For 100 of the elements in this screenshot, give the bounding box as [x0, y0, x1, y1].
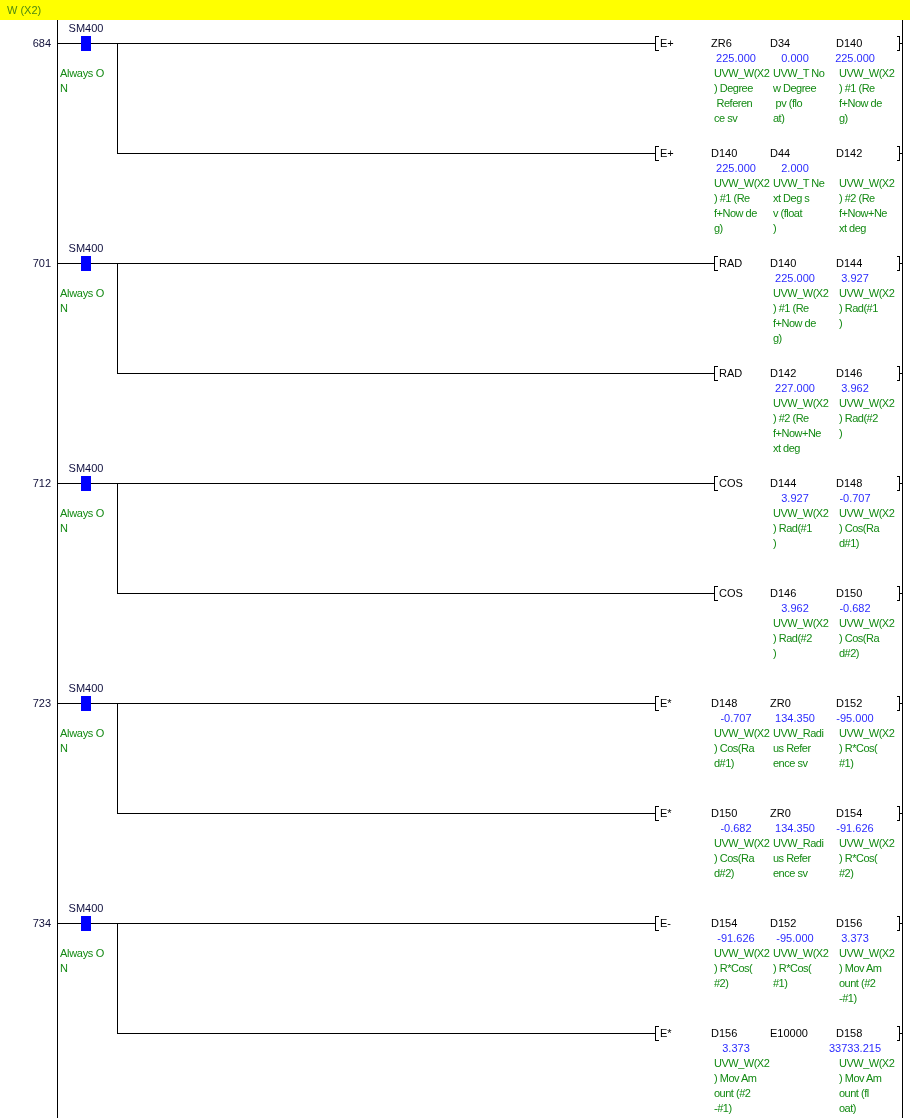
operand-value: 225.000: [835, 51, 875, 66]
operand-comment: UVW_W(X2 ) #1 (Re f+Now de g): [773, 286, 829, 346]
step-number: 734: [32, 916, 51, 931]
operand-device: D154: [836, 806, 863, 821]
operand-comment: UVW_W(X2 ) #2 (Re f+Now+Ne xt deg: [839, 176, 895, 236]
instruction-name: E+: [660, 36, 674, 51]
instruction-name: COS: [719, 586, 743, 601]
operand-device: D150: [836, 586, 863, 601]
operand-value: 3.927: [781, 491, 809, 506]
operand-device: D140: [770, 256, 797, 271]
operand-comment: UVW_W(X2 ) Rad(#2 ): [773, 616, 829, 661]
operand-value: -91.626: [836, 821, 874, 836]
operand-comment: UVW_W(X2 ) R*Cos( #2): [839, 836, 895, 881]
bracket-icon: [655, 806, 659, 821]
operand-device: D140: [711, 146, 738, 161]
operand-value: 227.000: [775, 381, 815, 396]
operand-comment: UVW_W(X2 ) Degree Referen ce sv: [714, 66, 770, 126]
operand-value: 134.350: [775, 821, 815, 836]
operand-device: D150: [711, 806, 738, 821]
instruction-name: E*: [660, 696, 672, 711]
bracket-icon: [897, 146, 902, 161]
bracket-icon: [897, 1026, 902, 1041]
operand-device: D144: [836, 256, 863, 271]
instruction-name: E*: [660, 806, 672, 821]
operand-device: E10000: [770, 1026, 808, 1041]
instruction-name: E*: [660, 1026, 672, 1041]
step-number: 701: [32, 256, 51, 271]
device-label: SM400: [68, 461, 104, 476]
operand-device: D158: [836, 1026, 863, 1041]
operand-value: 225.000: [716, 161, 756, 176]
contact-comment: Always O N: [60, 726, 105, 756]
operand-comment: UVW_W(X2 ) #2 (Re f+Now+Ne xt deg: [773, 396, 829, 456]
contact-comment: Always O N: [60, 286, 105, 316]
bracket-icon: [897, 476, 902, 491]
rung-wire: [58, 483, 81, 484]
instruction-name: E+: [660, 146, 674, 161]
bracket-icon: [897, 366, 902, 381]
rung-wire: [58, 263, 81, 264]
operand-device: D146: [836, 366, 863, 381]
operand-device: D152: [836, 696, 863, 711]
operand-device: D44: [770, 146, 791, 161]
operand-device: D154: [711, 916, 738, 931]
step-number: 723: [32, 696, 51, 711]
operand-comment: UVW_W(X2 ) Rad(#1 ): [839, 286, 895, 331]
device-label: SM400: [68, 901, 104, 916]
device-label: SM400: [68, 21, 104, 36]
operand-value: 33733.215: [829, 1041, 881, 1056]
statement-text: W (X2): [7, 2, 42, 18]
bracket-icon: [897, 586, 902, 601]
bracket-icon: [714, 476, 718, 491]
operand-value: 3.373: [722, 1041, 750, 1056]
bracket-icon: [655, 696, 659, 711]
operand-comment: UVW_W(X2 ) Rad(#1 ): [773, 506, 829, 551]
instruction-name: RAD: [719, 366, 743, 381]
operand-device: D146: [770, 586, 797, 601]
device-label: SM400: [68, 681, 104, 696]
operand-value: 3.962: [781, 601, 809, 616]
operand-comment: UVW_W(X2 ) R*Cos( #2): [714, 946, 770, 991]
operand-comment: UVW_T Ne xt Deg s v (float ): [773, 176, 825, 236]
bracket-icon: [655, 36, 659, 51]
operand-value: 134.350: [775, 711, 815, 726]
bracket-icon: [655, 146, 659, 161]
contact-comment: Always O N: [60, 946, 105, 976]
bracket-icon: [897, 806, 902, 821]
operand-device: D140: [836, 36, 863, 51]
operand-device: D156: [711, 1026, 738, 1041]
operand-device: ZR0: [770, 806, 791, 821]
operand-value: 3.927: [841, 271, 869, 286]
operand-comment: UVW_T No w Degree pv (flo at): [773, 66, 825, 126]
operand-device: ZR0: [770, 696, 791, 711]
device-label: SM400: [68, 241, 104, 256]
operand-device: D148: [836, 476, 863, 491]
operand-comment: UVW_W(X2 ) Cos(Ra d#1): [839, 506, 895, 551]
rung-wire: [58, 923, 81, 924]
operand-comment: UVW_Radi us Refer ence sv: [773, 836, 824, 881]
operand-device: D156: [836, 916, 863, 931]
operand-device: ZR6: [711, 36, 732, 51]
operand-device: D34: [770, 36, 791, 51]
bracket-icon: [655, 916, 659, 931]
operand-device: D142: [770, 366, 797, 381]
operand-comment: UVW_W(X2 ) Cos(Ra d#2): [714, 836, 770, 881]
operand-comment: UVW_W(X2 ) #1 (Re f+Now de g): [839, 66, 895, 126]
operand-comment: UVW_W(X2 ) Cos(Ra d#1): [714, 726, 770, 771]
operand-value: 3.962: [841, 381, 869, 396]
operand-value: 225.000: [775, 271, 815, 286]
operand-value: -0.682: [720, 821, 752, 836]
operand-value: -0.707: [720, 711, 752, 726]
bracket-icon: [714, 366, 718, 381]
instruction-name: RAD: [719, 256, 743, 271]
operand-value: -95.000: [836, 711, 874, 726]
operand-comment: UVW_W(X2 ) Mov Am ount (#2 -#1): [714, 1056, 770, 1116]
step-number: 712: [32, 476, 51, 491]
bracket-icon: [655, 1026, 659, 1041]
operand-value: -0.707: [839, 491, 871, 506]
operand-value: -0.682: [839, 601, 871, 616]
operand-value: 225.000: [716, 51, 756, 66]
rung-wire: [58, 703, 81, 704]
operand-value: 3.373: [841, 931, 869, 946]
instruction-name: COS: [719, 476, 743, 491]
operand-comment: UVW_W(X2 ) #1 (Re f+Now de g): [714, 176, 770, 236]
